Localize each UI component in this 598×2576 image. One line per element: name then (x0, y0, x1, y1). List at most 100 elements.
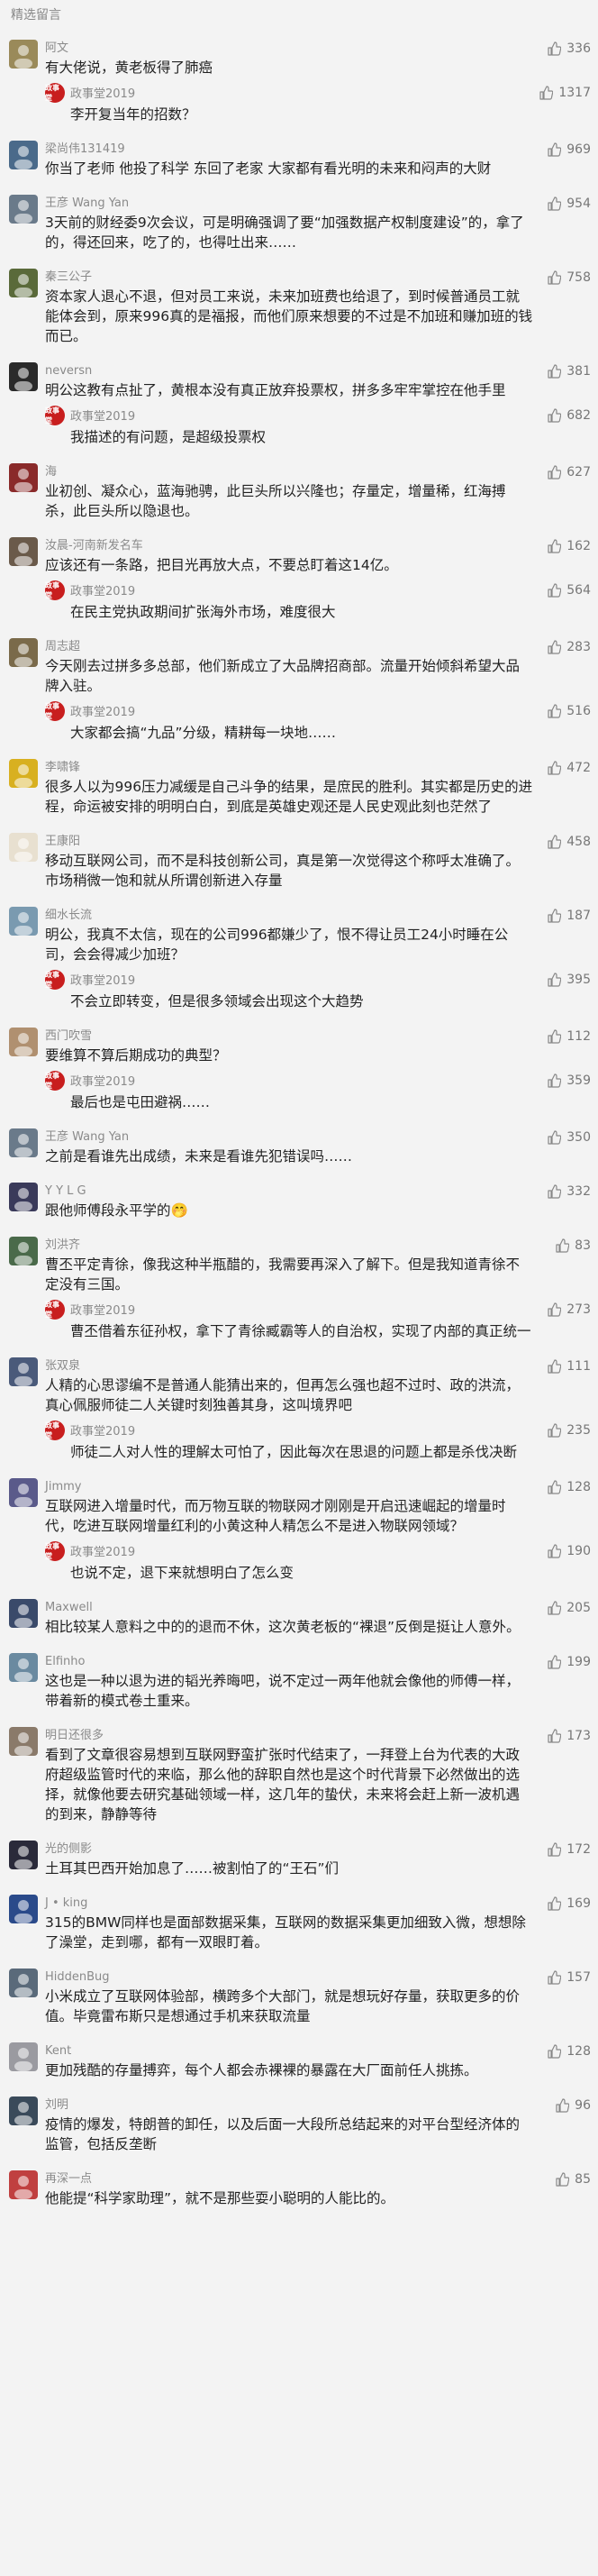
reply-author: 政事堂2019 (70, 974, 136, 988)
like-button[interactable]: 350 (547, 1128, 591, 1146)
author-reply: 政事堂 政事堂2019 273 曹丕借着东征孙权，拿下了青徐臧霸等人的自治权，实现了内… (45, 1300, 591, 1341)
like-button[interactable]: 199 (547, 1653, 591, 1671)
reply-like-button[interactable]: 359 (547, 1071, 591, 1091)
user-avatar[interactable] (9, 1028, 38, 1056)
like-button[interactable]: 172 (547, 1841, 591, 1859)
comment-author[interactable]: Kent (45, 2042, 533, 2060)
like-button[interactable]: 969 (547, 141, 591, 159)
user-avatar[interactable] (9, 1357, 38, 1386)
comment-author[interactable]: 明日还很多 (45, 1727, 533, 1745)
reply-like-button[interactable]: 395 (547, 970, 591, 990)
thumb-up-icon (555, 2098, 575, 2113)
comment-author[interactable]: 张双泉 (45, 1357, 533, 1375)
user-avatar[interactable] (9, 1237, 38, 1265)
comment-author[interactable]: Maxwell (45, 1599, 533, 1617)
comment-author[interactable]: Y Y L G (45, 1183, 533, 1201)
user-avatar[interactable] (9, 2096, 38, 2125)
user-avatar[interactable] (9, 1841, 38, 1869)
like-button[interactable]: 128 (547, 2042, 591, 2060)
comment-author[interactable]: 王康阳 (45, 833, 533, 851)
like-button[interactable]: 283 (547, 638, 591, 656)
like-button[interactable]: 162 (547, 537, 591, 555)
like-button[interactable]: 128 (547, 1478, 591, 1496)
like-button[interactable]: 187 (547, 907, 591, 925)
comment-author[interactable]: 阿文 (45, 40, 533, 58)
like-button[interactable]: 336 (547, 40, 591, 58)
like-button[interactable]: 381 (547, 362, 591, 380)
like-button[interactable]: 83 (555, 1237, 591, 1255)
comment-item: 细水长流 187 明公，我真不太信，现在的公司996都嫌少了，恨不得让员工24小时睡… (0, 898, 598, 1019)
comment-author[interactable]: 细水长流 (45, 907, 533, 925)
comment-text: 他能提“科学家助理”，就不是那些耍小聪明的人能比的。 (45, 2190, 395, 2206)
comment-author[interactable]: 刘明 (45, 2096, 533, 2115)
comment-item: 梁尚伟131419 969 你当了老师 他投了科学 东回了老家 大家都有看光明的未来… (0, 132, 598, 186)
comment-author[interactable]: 刘洪齐 (45, 1237, 533, 1255)
like-button[interactable]: 85 (555, 2170, 591, 2188)
like-button[interactable]: 96 (555, 2096, 591, 2115)
reply-like-button[interactable]: 273 (547, 1300, 591, 1320)
user-avatar[interactable] (9, 537, 38, 566)
user-avatar[interactable] (9, 1183, 38, 1211)
comment-author[interactable]: neversn (45, 362, 533, 380)
user-avatar[interactable] (9, 2170, 38, 2199)
user-avatar[interactable] (9, 195, 38, 224)
comment-author[interactable]: HiddenBug (45, 1969, 533, 1987)
comment-author[interactable]: 再深一点 (45, 2170, 533, 2188)
like-button[interactable]: 627 (547, 463, 591, 481)
comment-author[interactable]: 王彦 Wang Yan (45, 195, 533, 213)
comment-author[interactable]: Jimmy (45, 1478, 533, 1496)
like-count: 162 (566, 539, 591, 553)
user-avatar[interactable] (9, 269, 38, 297)
reply-like-button[interactable]: 516 (547, 701, 591, 721)
user-avatar[interactable] (9, 1727, 38, 1756)
user-avatar[interactable] (9, 40, 38, 69)
like-button[interactable]: 112 (547, 1028, 591, 1046)
comment-item: 王康阳 458 移动互联网公司，而不是科技创新公司，真是第一次觉得这个称呼太准确了。… (0, 824, 598, 898)
like-button[interactable]: 173 (547, 1727, 591, 1745)
reply-like-button[interactable]: 190 (547, 1541, 591, 1561)
reply-like-button[interactable]: 564 (547, 580, 591, 600)
user-avatar[interactable] (9, 1969, 38, 1997)
like-button[interactable]: 111 (547, 1357, 591, 1375)
comment-author[interactable]: 汝晨-河南新发名车 (45, 537, 533, 555)
like-button[interactable]: 458 (547, 833, 591, 851)
like-button[interactable]: 758 (547, 269, 591, 287)
user-avatar[interactable] (9, 833, 38, 862)
reply-like-button[interactable]: 235 (547, 1420, 591, 1440)
comment-author[interactable]: 王彦 Wang Yan (45, 1128, 533, 1146)
thumb-up-icon (547, 408, 566, 423)
user-avatar[interactable] (9, 1895, 38, 1923)
user-avatar[interactable] (9, 1478, 38, 1507)
like-button[interactable]: 157 (547, 1969, 591, 1987)
reply-author: 政事堂2019 (70, 1425, 136, 1439)
user-avatar[interactable] (9, 362, 38, 391)
thumb-up-icon (547, 364, 566, 379)
comment-author[interactable]: 光的侧影 (45, 1841, 533, 1859)
user-avatar[interactable] (9, 1653, 38, 1682)
reply-like-button[interactable]: 682 (547, 406, 591, 425)
comment-item: 张双泉 111 人精的心思谬编不是普通人能猜出来的，但再怎么强也超不过时、政的洪流，… (0, 1348, 598, 1469)
like-button[interactable]: 954 (547, 195, 591, 213)
user-avatar[interactable] (9, 1599, 38, 1628)
user-avatar[interactable] (9, 2042, 38, 2071)
comment-author[interactable]: 秦三公子 (45, 269, 533, 287)
user-avatar[interactable] (9, 463, 38, 492)
user-avatar[interactable] (9, 907, 38, 936)
comment-author[interactable]: 周志超 (45, 638, 533, 656)
like-button[interactable]: 332 (547, 1183, 591, 1201)
like-button[interactable]: 169 (547, 1895, 591, 1913)
user-avatar[interactable] (9, 1128, 38, 1157)
user-avatar[interactable] (9, 759, 38, 788)
user-avatar[interactable] (9, 638, 38, 667)
user-avatar[interactable] (9, 141, 38, 169)
like-button[interactable]: 472 (547, 759, 591, 777)
reply-like-button[interactable]: 1317 (539, 83, 591, 103)
comment-author[interactable]: 梁尚伟131419 (45, 141, 533, 159)
comment-text: 很多人以为996压力减缓是自己斗争的结果，是庶民的胜利。其实都是历史的进程，命运… (45, 779, 533, 815)
comment-author[interactable]: 李啸锋 (45, 759, 533, 777)
comment-author[interactable]: Elfinho (45, 1653, 533, 1671)
comment-author[interactable]: 西门吹雪 (45, 1028, 533, 1046)
like-button[interactable]: 205 (547, 1599, 591, 1617)
comment-author[interactable]: J • king (45, 1895, 533, 1913)
comment-author[interactable]: 海 (45, 463, 533, 481)
